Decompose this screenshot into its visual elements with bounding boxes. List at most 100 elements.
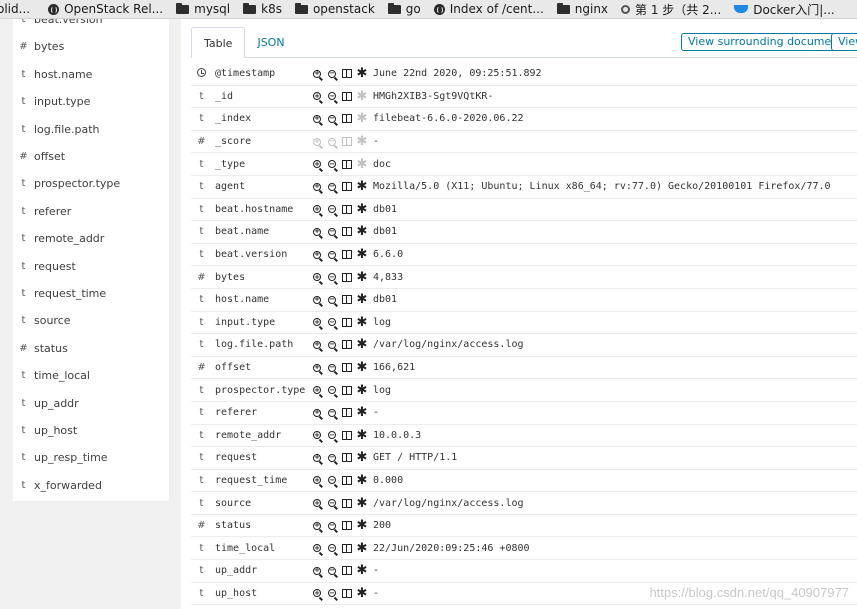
filter-for-value-icon[interactable]: + — [310, 180, 324, 194]
bookmark-item[interactable]: Index of /cent... — [433, 2, 544, 16]
filter-out-value-icon[interactable]: − — [325, 202, 339, 216]
filter-out-value-icon[interactable]: − — [325, 135, 339, 149]
toggle-column-icon[interactable] — [340, 89, 354, 103]
filter-for-value-icon[interactable]: + — [310, 157, 324, 171]
filter-exists-icon[interactable]: ✱ — [355, 202, 369, 216]
sidebar-field-time-local[interactable]: t time_local — [13, 362, 90, 389]
tab-table[interactable]: Table — [191, 27, 246, 58]
filter-exists-icon[interactable]: ✱ — [355, 135, 369, 149]
filter-out-value-icon[interactable]: − — [325, 519, 339, 533]
filter-out-value-icon[interactable]: − — [325, 586, 339, 600]
filter-for-value-icon[interactable]: + — [310, 383, 324, 397]
sidebar-field-up-resp-time[interactable]: t up_resp_time — [13, 444, 108, 471]
filter-out-value-icon[interactable]: − — [325, 473, 339, 487]
toggle-column-icon[interactable] — [340, 225, 354, 239]
bookmark-item[interactable]: olid... — [0, 2, 30, 16]
bookmark-item[interactable]: 第 1 步（共 2... — [621, 1, 721, 18]
sidebar-field-source[interactable]: t source — [13, 307, 71, 334]
filter-out-value-icon[interactable]: − — [325, 315, 339, 329]
toggle-column-icon[interactable] — [340, 519, 354, 533]
sidebar-field-referer[interactable]: t referer — [13, 198, 72, 225]
filter-for-value-icon[interactable]: + — [310, 586, 324, 600]
filter-out-value-icon[interactable]: − — [325, 67, 339, 81]
filter-out-value-icon[interactable]: − — [325, 270, 339, 284]
sidebar-field-log-file-path[interactable]: t log.file.path — [13, 116, 100, 143]
filter-for-value-icon[interactable]: + — [310, 406, 324, 420]
filter-out-value-icon[interactable]: − — [325, 541, 339, 555]
filter-exists-icon[interactable]: ✱ — [355, 225, 369, 239]
filter-exists-icon[interactable]: ✱ — [355, 270, 369, 284]
sidebar-field-prospector-type[interactable]: t prospector.type — [13, 170, 121, 197]
filter-exists-icon[interactable]: ✱ — [355, 338, 369, 352]
bookmark-item[interactable]: go — [387, 2, 421, 16]
filter-for-value-icon[interactable]: + — [310, 202, 324, 216]
sidebar-field-x-forwarded[interactable]: t x_forwarded — [13, 472, 102, 499]
filter-exists-icon[interactable]: ✱ — [355, 180, 369, 194]
filter-out-value-icon[interactable]: − — [325, 157, 339, 171]
toggle-column-icon[interactable] — [340, 586, 354, 600]
filter-exists-icon[interactable]: ✱ — [355, 361, 369, 375]
toggle-column-icon[interactable] — [340, 270, 354, 284]
toggle-column-icon[interactable] — [340, 541, 354, 555]
toggle-column-icon[interactable] — [340, 451, 354, 465]
filter-out-value-icon[interactable]: − — [325, 225, 339, 239]
toggle-column-icon[interactable] — [340, 428, 354, 442]
sidebar-field-offset[interactable]: # offset — [13, 143, 65, 170]
bookmark-item[interactable]: OpenStack Rel... — [48, 2, 163, 16]
filter-out-value-icon[interactable]: − — [325, 428, 339, 442]
filter-exists-icon[interactable]: ✱ — [355, 112, 369, 126]
toggle-column-icon[interactable] — [340, 496, 354, 510]
filter-exists-icon[interactable]: ✱ — [355, 519, 369, 533]
filter-out-value-icon[interactable]: − — [325, 451, 339, 465]
toggle-column-icon[interactable] — [340, 564, 354, 578]
filter-for-value-icon[interactable]: + — [310, 361, 324, 375]
filter-for-value-icon[interactable]: + — [310, 89, 324, 103]
filter-exists-icon[interactable]: ✱ — [355, 157, 369, 171]
filter-out-value-icon[interactable]: − — [325, 496, 339, 510]
filter-exists-icon[interactable]: ✱ — [355, 564, 369, 578]
filter-for-value-icon[interactable]: + — [310, 473, 324, 487]
filter-for-value-icon[interactable]: + — [310, 519, 324, 533]
filter-exists-icon[interactable]: ✱ — [355, 406, 369, 420]
sidebar-field-remote-addr[interactable]: t remote_addr — [13, 225, 105, 252]
filter-exists-icon[interactable]: ✱ — [355, 67, 369, 81]
filter-out-value-icon[interactable]: − — [325, 383, 339, 397]
filter-exists-icon[interactable]: ✱ — [355, 315, 369, 329]
toggle-column-icon[interactable] — [340, 361, 354, 375]
toggle-column-icon[interactable] — [340, 338, 354, 352]
filter-for-value-icon[interactable]: + — [310, 338, 324, 352]
filter-for-value-icon[interactable]: + — [310, 67, 324, 81]
filter-exists-icon[interactable]: ✱ — [355, 586, 369, 600]
filter-out-value-icon[interactable]: − — [325, 293, 339, 307]
toggle-column-icon[interactable] — [340, 202, 354, 216]
filter-exists-icon[interactable]: ✱ — [355, 451, 369, 465]
filter-exists-icon[interactable]: ✱ — [355, 428, 369, 442]
filter-for-value-icon[interactable]: + — [310, 270, 324, 284]
filter-exists-icon[interactable]: ✱ — [355, 383, 369, 397]
filter-exists-icon[interactable]: ✱ — [355, 89, 369, 103]
bookmark-item[interactable]: openstack — [294, 2, 375, 16]
sidebar-field-request[interactable]: t request — [13, 253, 76, 280]
sidebar-field-up-addr[interactable]: t up_addr — [13, 390, 79, 417]
filter-for-value-icon[interactable]: + — [310, 428, 324, 442]
filter-for-value-icon[interactable]: + — [310, 135, 324, 149]
filter-for-value-icon[interactable]: + — [310, 496, 324, 510]
filter-out-value-icon[interactable]: − — [325, 112, 339, 126]
filter-for-value-icon[interactable]: + — [310, 315, 324, 329]
filter-out-value-icon[interactable]: − — [325, 180, 339, 194]
view-surrounding-documents-button[interactable]: View surrounding documents — [681, 33, 856, 51]
toggle-column-icon[interactable] — [340, 135, 354, 149]
filter-exists-icon[interactable]: ✱ — [355, 293, 369, 307]
bookmark-item[interactable]: nginx — [556, 2, 608, 16]
tab-json[interactable]: JSON — [245, 27, 296, 58]
sidebar-field-request-time[interactable]: t request_time — [13, 280, 107, 307]
sidebar-field-up-host[interactable]: t up_host — [13, 417, 78, 444]
sidebar-field-host-name[interactable]: t host.name — [13, 61, 93, 88]
filter-for-value-icon[interactable]: + — [310, 248, 324, 262]
sidebar-field-status[interactable]: # status — [13, 335, 68, 362]
bookmark-item[interactable]: Docker入门|... — [734, 1, 835, 18]
filter-out-value-icon[interactable]: − — [325, 338, 339, 352]
sidebar-field-beat-version[interactable]: t beat.version — [13, 19, 103, 33]
filter-exists-icon[interactable]: ✱ — [355, 496, 369, 510]
filter-for-value-icon[interactable]: + — [310, 225, 324, 239]
